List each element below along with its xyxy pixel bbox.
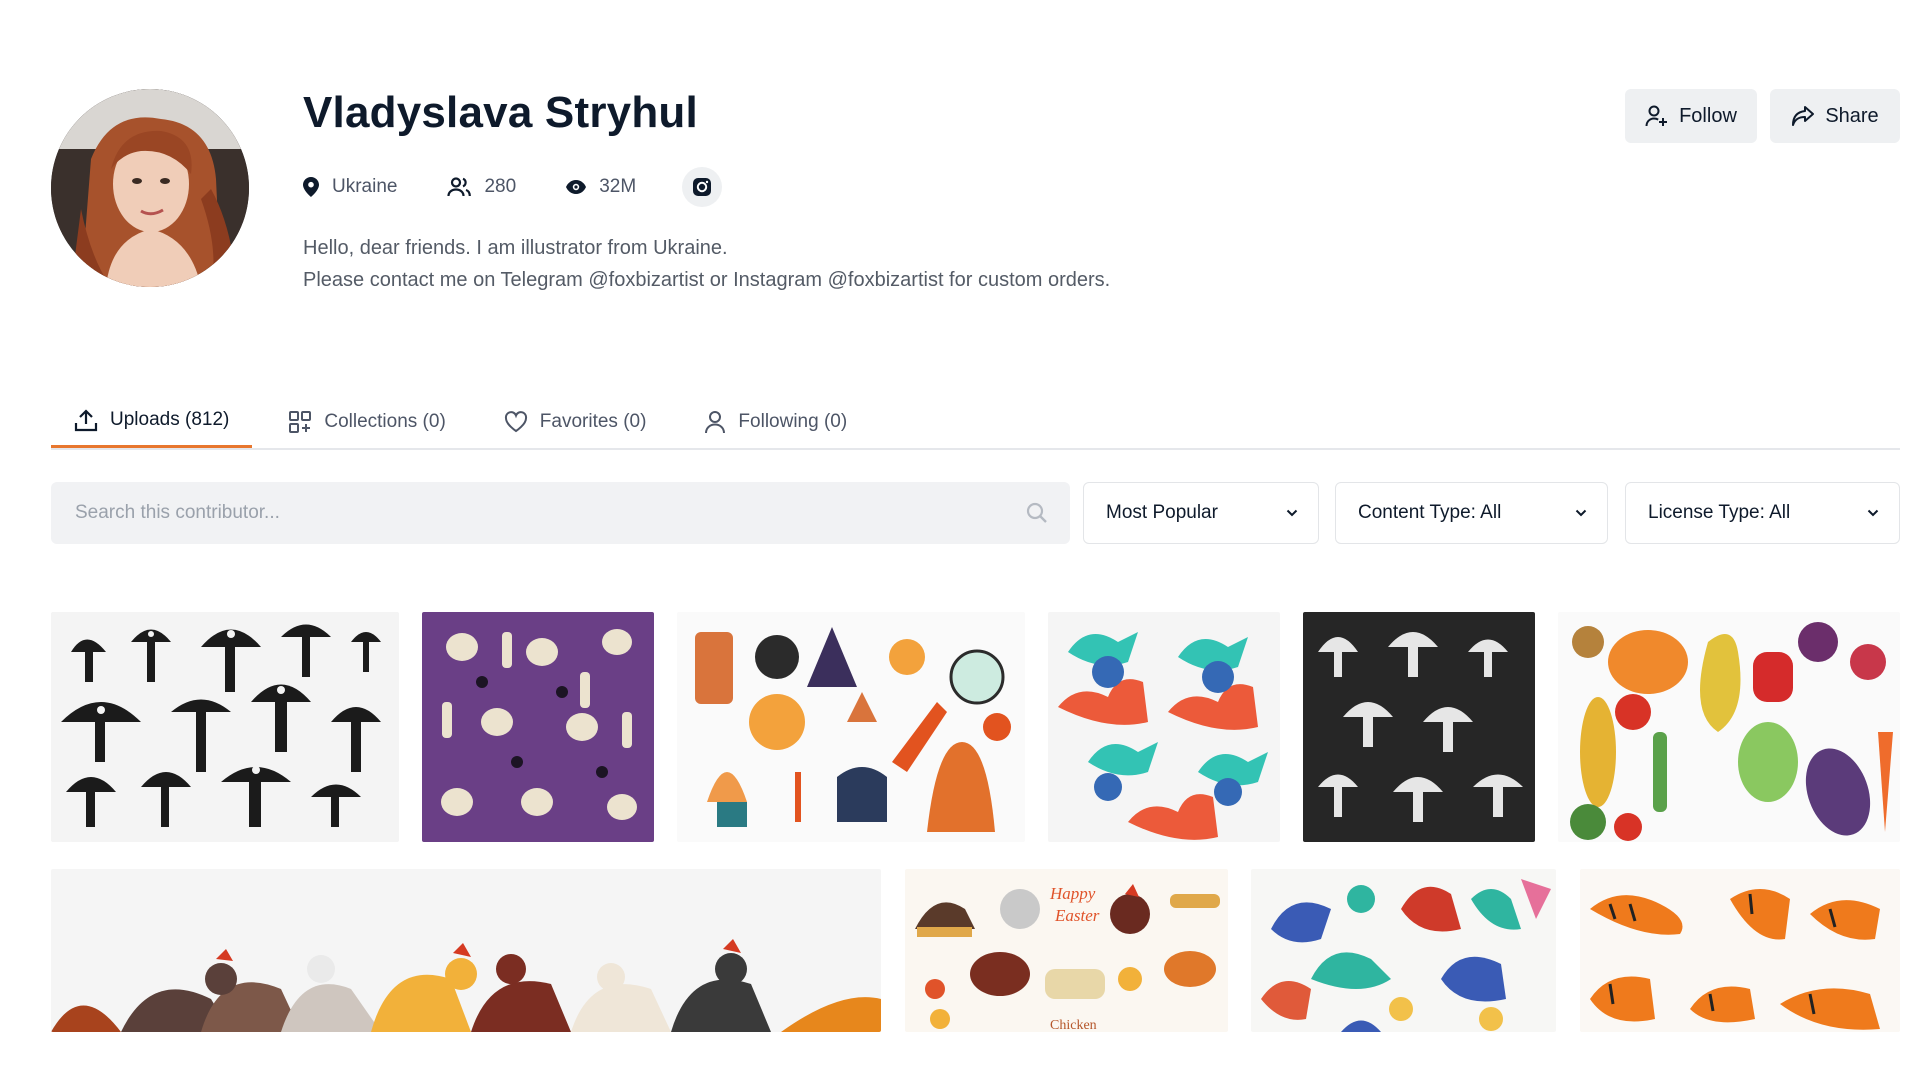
gallery-item[interactable] [677,612,1025,842]
gallery-item[interactable] [1558,612,1900,842]
share-icon [1792,106,1815,126]
heart-icon [504,410,527,432]
follow-label: Follow [1679,104,1737,127]
user-icon [705,410,726,433]
license-type-value: License Type: All [1648,502,1791,523]
tile-text: Happy [1049,884,1096,903]
gallery-item[interactable] [1303,612,1535,842]
instagram-icon [693,178,712,196]
license-type-dropdown[interactable]: License Type: All [1625,482,1900,544]
location-text: Ukraine [332,176,398,197]
eye-icon [566,180,587,194]
sort-value: Most Popular [1106,502,1218,523]
users-icon [447,177,472,197]
gallery-item[interactable] [1048,612,1280,842]
tab-label: Collections (0) [324,410,446,432]
chevron-down-icon [1286,509,1298,517]
gallery-item[interactable] [51,612,399,842]
add-user-icon [1645,105,1668,127]
tab-label: Uploads (812) [110,409,230,430]
location: Ukraine [303,176,397,198]
content-type-dropdown[interactable]: Content Type: All [1335,482,1608,544]
gallery-item[interactable] [422,612,654,842]
tab-collections[interactable]: Collections (0) [266,395,467,448]
followers-count: 280 [484,176,517,197]
views-count: 32M [599,176,637,197]
gallery-item[interactable] [1580,869,1900,1032]
views: 32M [566,176,636,198]
sort-dropdown[interactable]: Most Popular [1083,482,1319,544]
gallery-item[interactable] [1251,869,1556,1032]
tile-text: Easter [1054,906,1100,925]
share-label: Share [1825,104,1879,127]
avatar [51,89,249,287]
instagram-link[interactable] [682,167,723,207]
bio-line: Please contact me on Telegram @foxbizart… [303,269,1111,291]
grid-plus-icon [289,410,312,433]
bio-line: Hello, dear friends. I am illustrator fr… [303,237,728,259]
profile-meta: Ukraine 280 32M [303,167,723,207]
chevron-down-icon [1867,509,1879,517]
followers: 280 [447,176,516,198]
location-pin-icon [303,177,319,197]
tab-favorites[interactable]: Favorites (0) [482,395,669,448]
contributor-search [51,482,1070,544]
share-button[interactable]: Share [1770,89,1900,143]
gallery-item[interactable] [51,869,881,1032]
bio: Hello, dear friends. I am illustrator fr… [303,232,1110,296]
tab-label: Favorites (0) [539,410,647,432]
tab-uploads[interactable]: Uploads (812) [51,395,253,448]
profile-tabs: Uploads (812) Collections (0) Favorites … [51,395,1900,450]
tile-text: Chicken [1050,1018,1097,1032]
tab-following[interactable]: Following (0) [682,395,869,448]
search-input[interactable] [73,501,1026,525]
content-type-value: Content Type: All [1358,502,1502,523]
gallery-item[interactable]: Happy Easter Chicken [905,869,1228,1032]
upload-icon [74,409,98,432]
follow-button[interactable]: Follow [1625,89,1757,143]
contributor-name: Vladyslava Stryhul [303,88,698,137]
tab-label: Following (0) [738,410,848,432]
chevron-down-icon [1575,509,1587,517]
search-icon[interactable] [1026,502,1048,524]
